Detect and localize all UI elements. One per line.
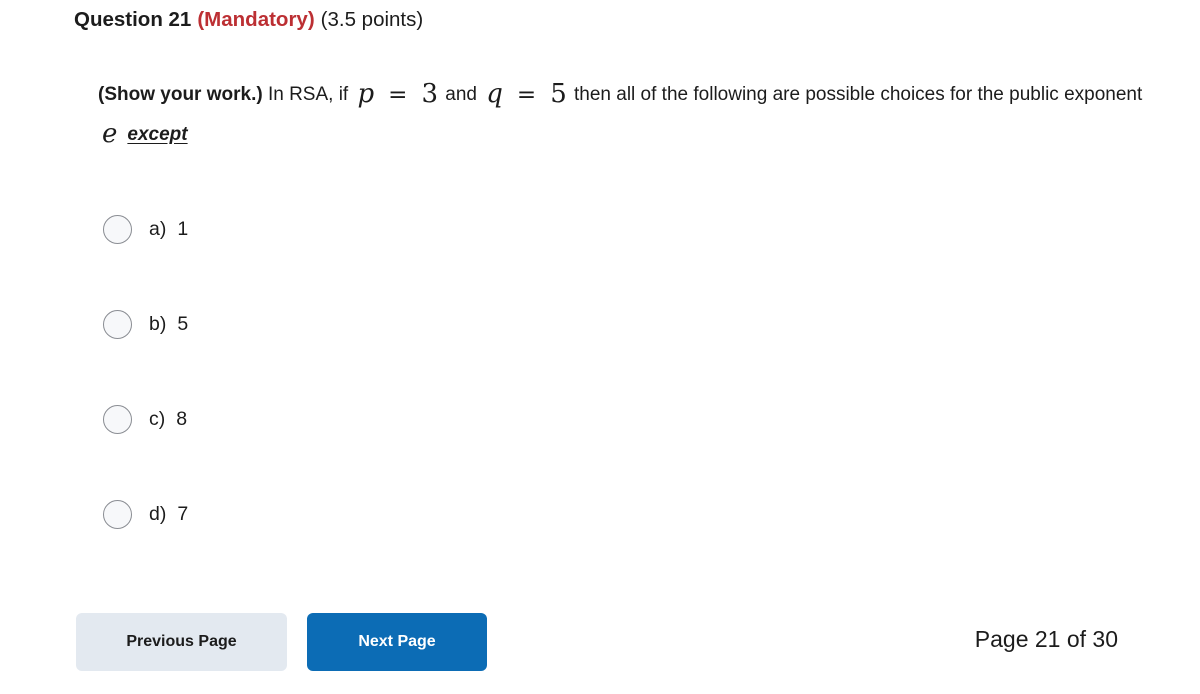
points-label: (3.5 points)	[320, 8, 424, 31]
radio-button-c[interactable]	[103, 404, 132, 434]
option-letter-c: c)	[149, 407, 166, 430]
question-text-segment-1: In RSA, if	[262, 84, 354, 105]
option-letter-d: d)	[149, 502, 167, 525]
question-text: (Show your work.) In RSA, if p = 3 and q = 5…	[98, 75, 1148, 155]
math-variable-q: q	[486, 79, 503, 109]
answer-option-c[interactable]: c) 8	[103, 402, 188, 436]
footer-navigation: Previous Page Next Page Page 21 of 30	[0, 613, 1200, 673]
question-header: Question 21 (Mandatory) (3.5 points)	[74, 6, 423, 34]
previous-page-button[interactable]: Previous Page	[76, 613, 287, 671]
math-value-p: 3	[421, 79, 438, 109]
answer-label-b: b) 5	[149, 313, 188, 336]
radio-button-b[interactable]	[103, 309, 132, 339]
show-your-work-label: (Show your work.)	[98, 84, 263, 105]
option-letter-b: b)	[149, 312, 167, 335]
radio-button-a[interactable]	[103, 214, 132, 244]
answer-label-a: a) 1	[149, 218, 188, 241]
option-letter-a: a)	[149, 217, 167, 240]
mandatory-badge: (Mandatory)	[197, 8, 315, 31]
option-value-b: 5	[177, 312, 189, 335]
answer-label-c: c) 8	[149, 408, 187, 431]
answer-label-d: d) 7	[149, 503, 188, 526]
except-emphasis: except	[127, 124, 188, 145]
option-value-d: 7	[177, 502, 189, 525]
math-variable-p: p	[357, 79, 375, 109]
next-page-button[interactable]: Next Page	[307, 613, 487, 671]
answer-options-list: a) 1 b) 5 c) 8 d) 7	[103, 212, 188, 592]
radio-button-d[interactable]	[103, 499, 132, 529]
math-variable-e: e	[102, 119, 118, 149]
answer-option-b[interactable]: b) 5	[103, 307, 188, 341]
answer-option-d[interactable]: d) 7	[103, 497, 188, 531]
option-value-c: 8	[176, 407, 188, 430]
math-equals-1: =	[388, 82, 408, 108]
math-equals-2: =	[516, 82, 537, 108]
option-value-a: 1	[177, 217, 189, 240]
math-value-q: 5	[550, 79, 567, 109]
question-text-segment-3: then all of the following are possible c…	[568, 84, 1143, 105]
answer-option-a[interactable]: a) 1	[103, 212, 188, 246]
question-title: Question 21	[74, 8, 192, 31]
question-text-segment-2: and	[439, 84, 483, 105]
page-indicator: Page 21 of 30	[974, 626, 1118, 652]
